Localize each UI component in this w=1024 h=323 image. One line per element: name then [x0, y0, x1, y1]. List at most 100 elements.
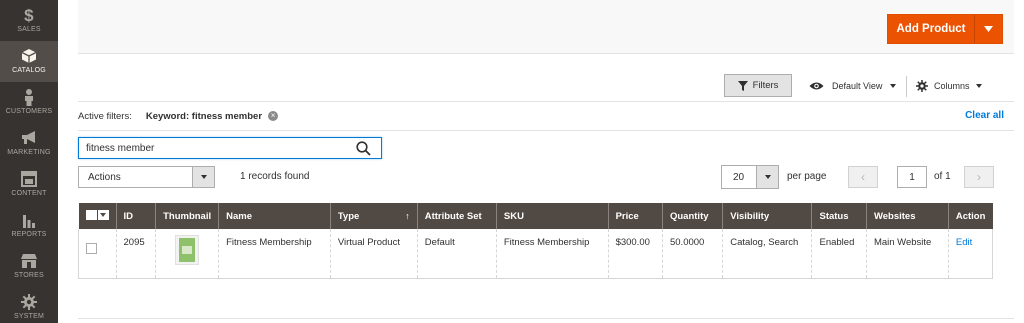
columns-switcher[interactable]: Columns [916, 77, 982, 95]
table-row[interactable]: 2095 Fitness Membership Virtual Product … [78, 229, 994, 279]
grid-toolbar: Filters Default View Columns [78, 74, 1014, 100]
cell-websites: Main Website [865, 229, 949, 279]
filter-chip-value: fitness member [191, 110, 263, 122]
add-product-label[interactable]: Add Product [888, 15, 975, 43]
layout-icon [21, 170, 37, 188]
bottom-divider [78, 318, 1014, 319]
remove-filter-icon[interactable]: × [268, 111, 279, 121]
column-header-thumbnail: Thumbnail [155, 203, 219, 229]
column-header-id[interactable]: ID [115, 203, 156, 229]
person-icon [23, 88, 35, 106]
sidebar-item-content[interactable]: CONTENT [0, 164, 58, 205]
column-header-visibility[interactable]: Visibility [722, 203, 812, 229]
filters-label: Filters [752, 80, 779, 91]
column-header-name[interactable]: Name [218, 203, 331, 229]
sidebar-item-label: MARKETING [7, 149, 51, 156]
megaphone-icon [20, 129, 38, 147]
sidebar-item-catalog[interactable]: CATALOG [0, 41, 58, 82]
cell-visibility: Catalog, Search [722, 229, 812, 279]
cell-status: Enabled [811, 229, 867, 279]
row-checkbox[interactable] [86, 243, 97, 254]
column-header-price[interactable]: Price [607, 203, 663, 229]
sidebar-item-stores[interactable]: STORES [0, 246, 58, 287]
admin-sidebar: $ SALES CATALOG CUSTOMERS MARKETING CONT… [0, 0, 58, 323]
sidebar-item-marketing[interactable]: MARKETING [0, 123, 58, 164]
sidebar-item-label: CATALOG [12, 67, 46, 74]
search-input-value: fitness member [86, 142, 155, 154]
active-filters-bar: Active filters: Keyword: fitness member … [78, 101, 1014, 131]
column-header-quantity[interactable]: Quantity [661, 203, 723, 229]
per-page-select[interactable]: 20 [721, 165, 779, 189]
page-number-input[interactable]: 1 [897, 166, 927, 188]
clear-all-link[interactable]: Clear all [965, 110, 1004, 121]
dollar-icon: $ [22, 6, 36, 24]
mass-select-dropdown[interactable] [85, 209, 109, 220]
bar-chart-icon [22, 211, 36, 229]
sidebar-item-label: REPORTS [11, 231, 47, 238]
add-product-dropdown-toggle[interactable] [975, 15, 1002, 43]
product-thumbnail[interactable] [175, 235, 200, 265]
per-page-label: per page [787, 171, 827, 182]
column-header-action: Action [947, 203, 993, 229]
cell-id: 2095 [115, 229, 156, 279]
column-header-type-label: Type [337, 210, 360, 222]
sidebar-item-label: CONTENT [11, 190, 47, 197]
column-header-attribute-set[interactable]: Attribute Set [416, 203, 497, 229]
add-product-button[interactable]: Add Product [887, 14, 1003, 44]
cell-quantity: 50.0000 [661, 229, 723, 279]
cell-type: Virtual Product [329, 229, 418, 279]
main-content: Add Product Filters Default View Columns… [58, 0, 1024, 323]
filter-chip-key: Keyword: [145, 110, 190, 122]
chevron-right-icon: › [977, 170, 981, 184]
gear-icon [916, 80, 928, 92]
mass-actions-select[interactable]: Actions [78, 166, 215, 188]
storefront-icon [20, 252, 38, 270]
row-select-cell [78, 229, 116, 279]
column-header-select[interactable] [78, 203, 116, 229]
page-count: of 1 [934, 171, 951, 182]
column-header-type[interactable]: Type ↑ [329, 203, 418, 229]
sidebar-item-system[interactable]: SYSTEM [0, 287, 58, 323]
per-page-value: 20 [733, 171, 745, 183]
gear-icon [21, 293, 37, 311]
view-switcher[interactable]: Default View [809, 77, 897, 95]
chevron-down-icon [756, 166, 778, 188]
cell-action: Edit [947, 229, 994, 279]
cube-icon [21, 47, 37, 65]
funnel-icon [737, 80, 748, 91]
sidebar-item-customers[interactable]: CUSTOMERS [0, 82, 58, 123]
columns-label: Columns [934, 81, 970, 91]
cell-name: Fitness Membership [218, 229, 331, 279]
chevron-down-icon [192, 167, 214, 187]
eye-icon [809, 82, 824, 90]
page-actions-bar: Add Product [78, 0, 1014, 54]
sidebar-item-label: STORES [14, 272, 44, 279]
product-grid: ID Thumbnail Name Type ↑ Attribute Set SK… [78, 203, 994, 279]
edit-link[interactable]: Edit [956, 237, 972, 248]
select-all-checkbox[interactable] [85, 209, 97, 220]
cell-sku: Fitness Membership [495, 229, 609, 279]
next-page-button[interactable]: › [964, 166, 994, 188]
filters-button[interactable]: Filters [724, 74, 792, 97]
chevron-down-icon [97, 209, 109, 220]
column-header-status[interactable]: Status [811, 203, 867, 229]
svg-text:$: $ [24, 6, 34, 24]
search-icon[interactable] [356, 141, 371, 156]
cell-attribute-set: Default [416, 229, 497, 279]
previous-page-button[interactable]: ‹ [848, 166, 878, 188]
view-label: Default View [832, 81, 883, 91]
sidebar-item-label: SALES [17, 26, 41, 33]
sidebar-item-reports[interactable]: REPORTS [0, 205, 58, 246]
filter-chip: Keyword: fitness member [146, 111, 262, 122]
active-filters-label: Active filters: [78, 110, 132, 122]
sidebar-item-sales[interactable]: $ SALES [0, 0, 58, 41]
column-header-sku[interactable]: SKU [495, 203, 609, 229]
keyword-search-input[interactable]: fitness member [78, 137, 382, 159]
chevron-down-icon [975, 84, 982, 88]
column-header-websites[interactable]: Websites [865, 203, 949, 229]
cell-price: $300.00 [607, 229, 663, 279]
records-found: 1 records found [240, 171, 310, 182]
sidebar-item-label: SYSTEM [14, 313, 44, 320]
sort-ascending-icon: ↑ [405, 210, 410, 221]
toolbar-divider [906, 76, 907, 97]
